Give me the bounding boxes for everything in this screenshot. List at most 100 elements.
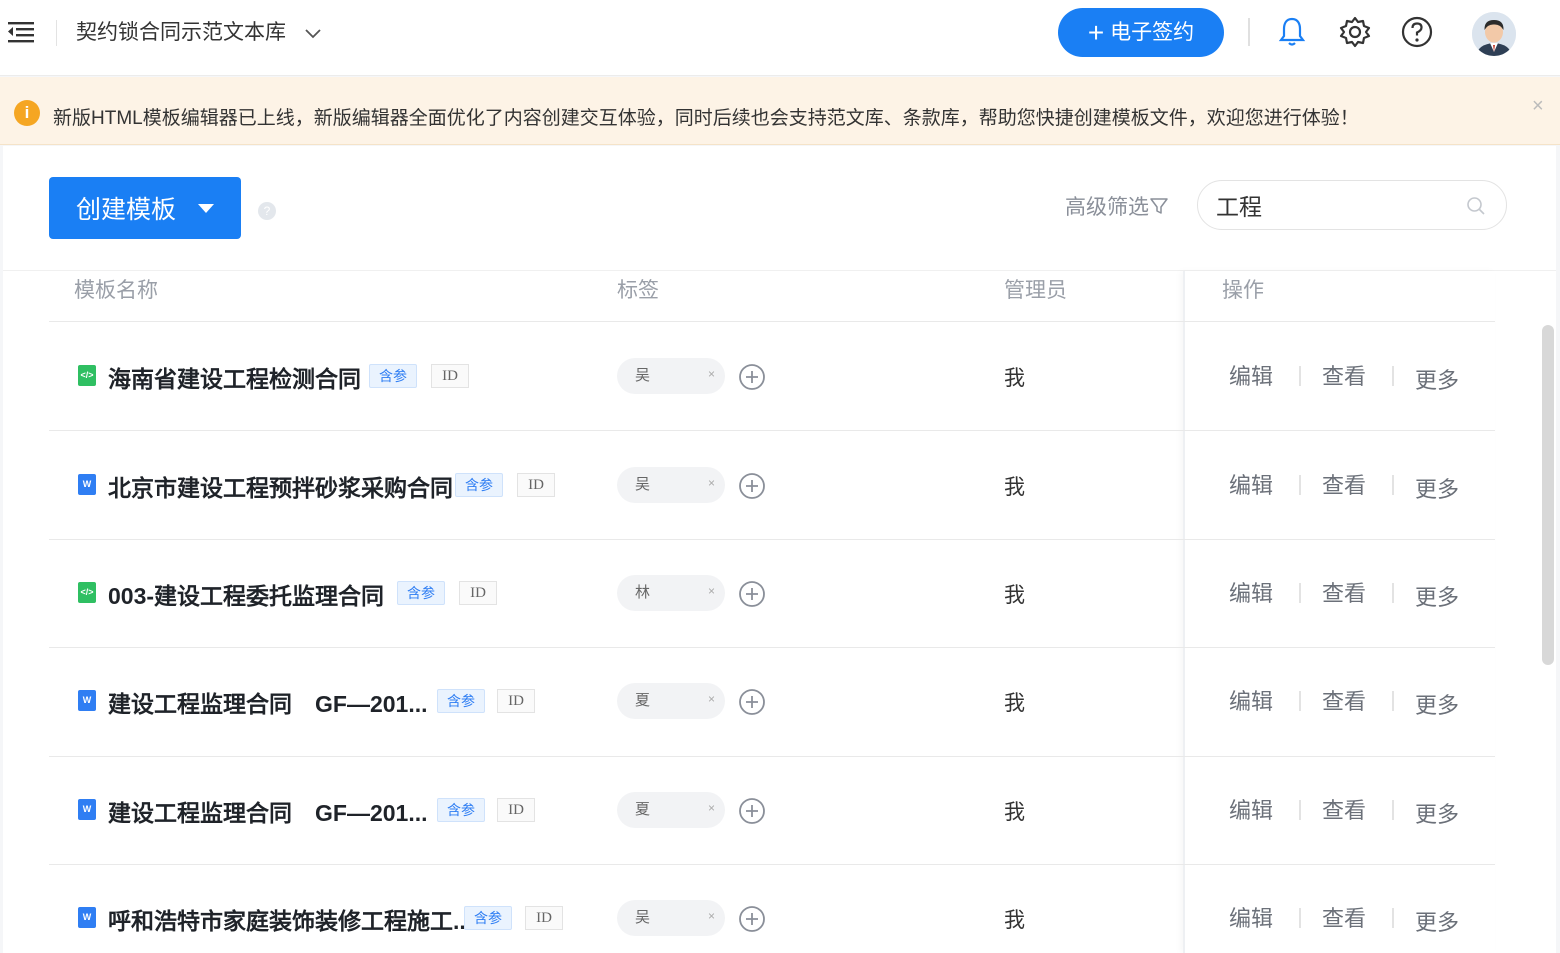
more-link[interactable]: 更多 [1415, 797, 1459, 829]
view-link[interactable]: 查看 [1322, 359, 1366, 391]
advanced-filter-button[interactable]: 高级筛选 [1065, 191, 1169, 221]
search-box [1197, 180, 1507, 230]
param-badge: 含参 [397, 581, 445, 605]
view-link[interactable]: 查看 [1322, 901, 1366, 933]
tag-chip: 吴 × [617, 465, 725, 503]
op-separator [1299, 583, 1301, 603]
add-tag-icon[interactable] [738, 688, 766, 716]
tag-chip: 林 × [617, 575, 725, 611]
help-circle-icon[interactable] [1399, 14, 1435, 50]
id-badge[interactable]: ID [517, 472, 555, 497]
more-link[interactable]: 更多 [1415, 580, 1459, 612]
tag-label: 吴 [635, 909, 651, 927]
view-link[interactable]: 查看 [1322, 468, 1366, 500]
gear-icon[interactable] [1337, 14, 1373, 50]
param-badge: 含参 [369, 364, 417, 389]
tag-remove-icon[interactable]: × [708, 573, 715, 609]
more-link[interactable]: 更多 [1415, 688, 1459, 720]
add-tag-icon[interactable] [738, 797, 766, 825]
column-header-tags: 标签 [617, 279, 659, 302]
row-divider [49, 864, 1495, 865]
info-icon: i [14, 100, 40, 126]
column-header-ops: 操作 [1222, 279, 1264, 302]
op-separator [1392, 908, 1394, 929]
tag-remove-icon[interactable]: × [708, 465, 715, 501]
id-badge[interactable]: ID [497, 689, 535, 714]
more-link[interactable]: 更多 [1415, 472, 1459, 504]
more-link[interactable]: 更多 [1415, 905, 1459, 937]
tag-label: 林 [635, 584, 651, 601]
tag-chip: 夏 × [617, 681, 725, 720]
edit-link[interactable]: 编辑 [1229, 793, 1273, 825]
add-tag-icon[interactable] [738, 580, 766, 608]
more-link[interactable]: 更多 [1415, 363, 1459, 395]
op-separator [1392, 691, 1394, 712]
column-header-admin: 管理员 [1004, 279, 1067, 302]
question-icon[interactable]: ? [258, 202, 276, 220]
admin-cell: 我 [1004, 584, 1025, 607]
op-separator [1392, 583, 1394, 603]
edit-link[interactable]: 编辑 [1229, 684, 1273, 716]
close-icon[interactable]: × [1532, 95, 1544, 118]
scrollbar-thumb[interactable] [1542, 325, 1554, 665]
tag-chip: 吴 × [617, 356, 725, 395]
app-title[interactable]: 契约锁合同示范文本库 [76, 17, 286, 49]
add-tag-icon[interactable] [738, 472, 766, 500]
op-separator [1299, 366, 1301, 387]
param-badge: 含参 [464, 906, 512, 931]
op-separator [1299, 908, 1301, 929]
tag-remove-icon[interactable]: × [708, 790, 715, 826]
plus-icon: + [1087, 17, 1105, 48]
word-file-icon: W [78, 907, 96, 929]
op-separator [1299, 474, 1301, 495]
id-badge[interactable]: ID [497, 797, 535, 822]
template-name[interactable]: 呼和浩特市家庭装饰装修工程施工... [108, 902, 472, 936]
row-divider [49, 647, 1495, 649]
view-link[interactable]: 查看 [1322, 684, 1366, 716]
bell-icon[interactable] [1274, 14, 1310, 50]
avatar-portrait-icon [1472, 12, 1516, 56]
id-badge[interactable]: ID [431, 364, 469, 389]
view-link[interactable]: 查看 [1322, 576, 1366, 608]
template-name[interactable]: 003-建设工程委托监理合同 [108, 577, 384, 611]
admin-cell: 我 [1004, 909, 1025, 933]
html-file-icon: </> [78, 582, 96, 603]
edit-link[interactable]: 编辑 [1229, 576, 1273, 608]
param-badge: 含参 [437, 689, 485, 714]
create-template-button[interactable]: 创建模板 [49, 177, 241, 239]
param-badge: 含参 [437, 797, 485, 822]
edit-link[interactable]: 编辑 [1229, 359, 1273, 391]
esign-button[interactable]: + 电子签约 [1058, 8, 1224, 57]
id-badge[interactable]: ID [459, 581, 497, 605]
header-separator [1248, 18, 1250, 46]
create-template-label: 创建模板 [76, 196, 177, 224]
esign-button-label: 电子签约 [1110, 21, 1195, 44]
header-divider [56, 20, 57, 46]
id-badge[interactable]: ID [525, 906, 563, 931]
search-input[interactable] [1216, 190, 1456, 220]
search-icon[interactable] [1466, 196, 1486, 216]
html-file-icon: </> [78, 365, 96, 387]
op-separator [1392, 366, 1394, 387]
chevron-down-icon[interactable] [304, 26, 322, 40]
edit-link[interactable]: 编辑 [1229, 901, 1273, 933]
tag-remove-icon[interactable]: × [708, 681, 715, 717]
add-tag-icon[interactable] [738, 363, 766, 391]
user-avatar[interactable] [1472, 12, 1516, 56]
template-name[interactable]: 北京市建设工程预拌砂浆采购合同 [108, 469, 453, 503]
template-name[interactable]: 建设工程监理合同 GF—201... [108, 794, 427, 828]
word-file-icon: W [78, 690, 96, 712]
add-tag-icon[interactable] [738, 905, 766, 933]
tag-remove-icon[interactable]: × [708, 898, 715, 934]
tag-remove-icon[interactable]: × [708, 356, 715, 392]
admin-cell: 我 [1004, 692, 1025, 716]
edit-link[interactable]: 编辑 [1229, 468, 1273, 500]
menu-toggle-icon[interactable] [6, 19, 36, 45]
advanced-filter-label: 高级筛选 [1065, 196, 1149, 219]
template-name[interactable]: 建设工程监理合同 GF—201... [108, 685, 427, 719]
param-badge: 含参 [455, 472, 503, 497]
caret-down-icon [198, 203, 215, 213]
view-link[interactable]: 查看 [1322, 793, 1366, 825]
op-separator [1392, 474, 1394, 495]
template-name[interactable]: 海南省建设工程检测合同 [108, 360, 361, 394]
